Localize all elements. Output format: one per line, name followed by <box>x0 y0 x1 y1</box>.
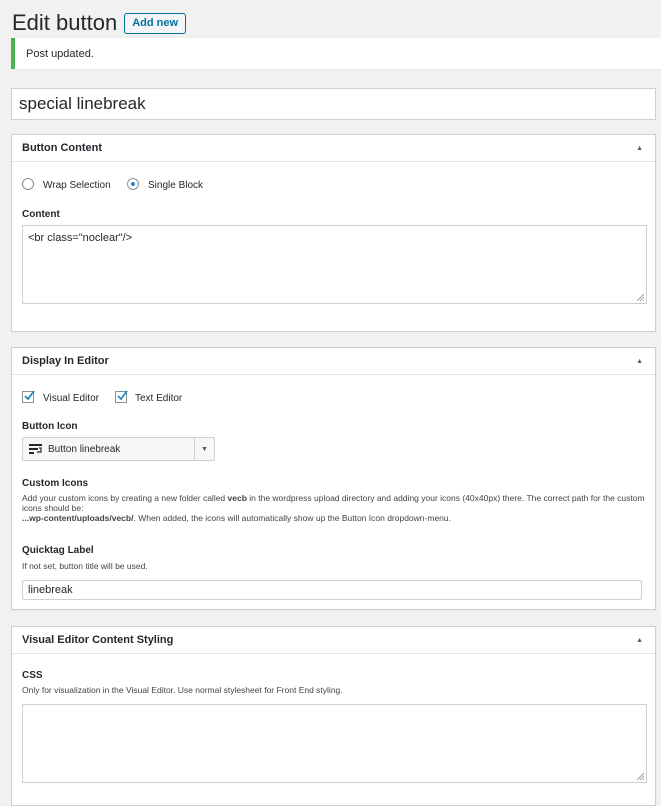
quicktag-input[interactable] <box>22 580 642 600</box>
button-icon-value: Button linebreak <box>48 443 121 455</box>
visual-styling-box: Visual Editor Content Styling ▲ CSS Only… <box>11 626 656 806</box>
css-description: Only for visualization in the Visual Edi… <box>22 685 343 695</box>
button-icon-label: Button Icon <box>22 421 78 432</box>
post-title-input[interactable] <box>11 88 656 120</box>
visual-editor-label[interactable]: Visual Editor <box>43 393 99 404</box>
quicktag-label: Quicktag Label <box>22 545 94 556</box>
button-content-title: Button Content <box>22 142 103 154</box>
display-in-editor-title: Display In Editor <box>22 355 109 367</box>
custom-icons-label: Custom Icons <box>22 478 89 489</box>
visual-styling-header[interactable]: Visual Editor Content Styling ▲ <box>12 627 655 654</box>
content-value: <br class="noclear"/> <box>28 232 133 244</box>
text-editor-checkbox[interactable] <box>115 390 128 403</box>
custom-icons-description: Add your custom icons by creating a new … <box>22 493 647 523</box>
toggle-arrow-icon[interactable]: ▲ <box>636 358 643 365</box>
button-icon-select[interactable]: Button linebreak ▼ <box>22 437 215 461</box>
single-block-radio[interactable] <box>127 178 139 190</box>
single-block-label[interactable]: Single Block <box>148 180 203 191</box>
display-in-editor-header[interactable]: Display In Editor ▲ <box>12 348 655 375</box>
resize-handle-icon[interactable] <box>636 772 644 780</box>
page-header: Edit button Add new <box>12 9 187 37</box>
wrap-selection-radio[interactable] <box>22 178 34 190</box>
updated-notice: Post updated. <box>11 38 661 69</box>
visual-editor-checkbox[interactable] <box>22 390 35 403</box>
radio-dot-icon <box>131 182 135 186</box>
button-content-header[interactable]: Button Content ▲ <box>12 135 655 162</box>
page-title: Edit button <box>12 10 118 35</box>
custom-icons-folder: vecb <box>227 493 247 503</box>
button-content-box: Button Content ▲ Wrap Selection Single B… <box>11 134 656 332</box>
custom-icons-desc-part1: Add your custom icons by creating a new … <box>22 493 228 503</box>
dropdown-arrow-icon[interactable]: ▼ <box>194 438 214 460</box>
visual-styling-title: Visual Editor Content Styling <box>22 634 174 646</box>
resize-handle-icon[interactable] <box>636 293 644 301</box>
wrap-selection-label[interactable]: Wrap Selection <box>43 180 111 191</box>
notice-text: Post updated. <box>26 48 94 60</box>
add-new-button[interactable]: Add new <box>124 13 187 34</box>
css-label: CSS <box>22 670 43 681</box>
checkmark-icon <box>117 390 128 401</box>
text-editor-label[interactable]: Text Editor <box>135 393 182 404</box>
custom-icons-desc-part3: . When added, the icons will automatical… <box>133 513 451 523</box>
toggle-arrow-icon[interactable]: ▲ <box>636 145 643 152</box>
custom-icons-path: ...wp-content/uploads/vecb/ <box>22 513 134 523</box>
display-in-editor-box: Display In Editor ▲ Visual Editor Text E… <box>11 347 656 610</box>
content-label: Content <box>22 209 60 220</box>
quicktag-description: If not set, button title will be used. <box>22 561 148 571</box>
linebreak-icon <box>29 444 42 454</box>
checkmark-icon <box>24 390 35 401</box>
content-textarea[interactable]: <br class="noclear"/> <box>22 225 647 304</box>
css-textarea[interactable] <box>22 704 647 783</box>
toggle-arrow-icon[interactable]: ▲ <box>636 637 643 644</box>
